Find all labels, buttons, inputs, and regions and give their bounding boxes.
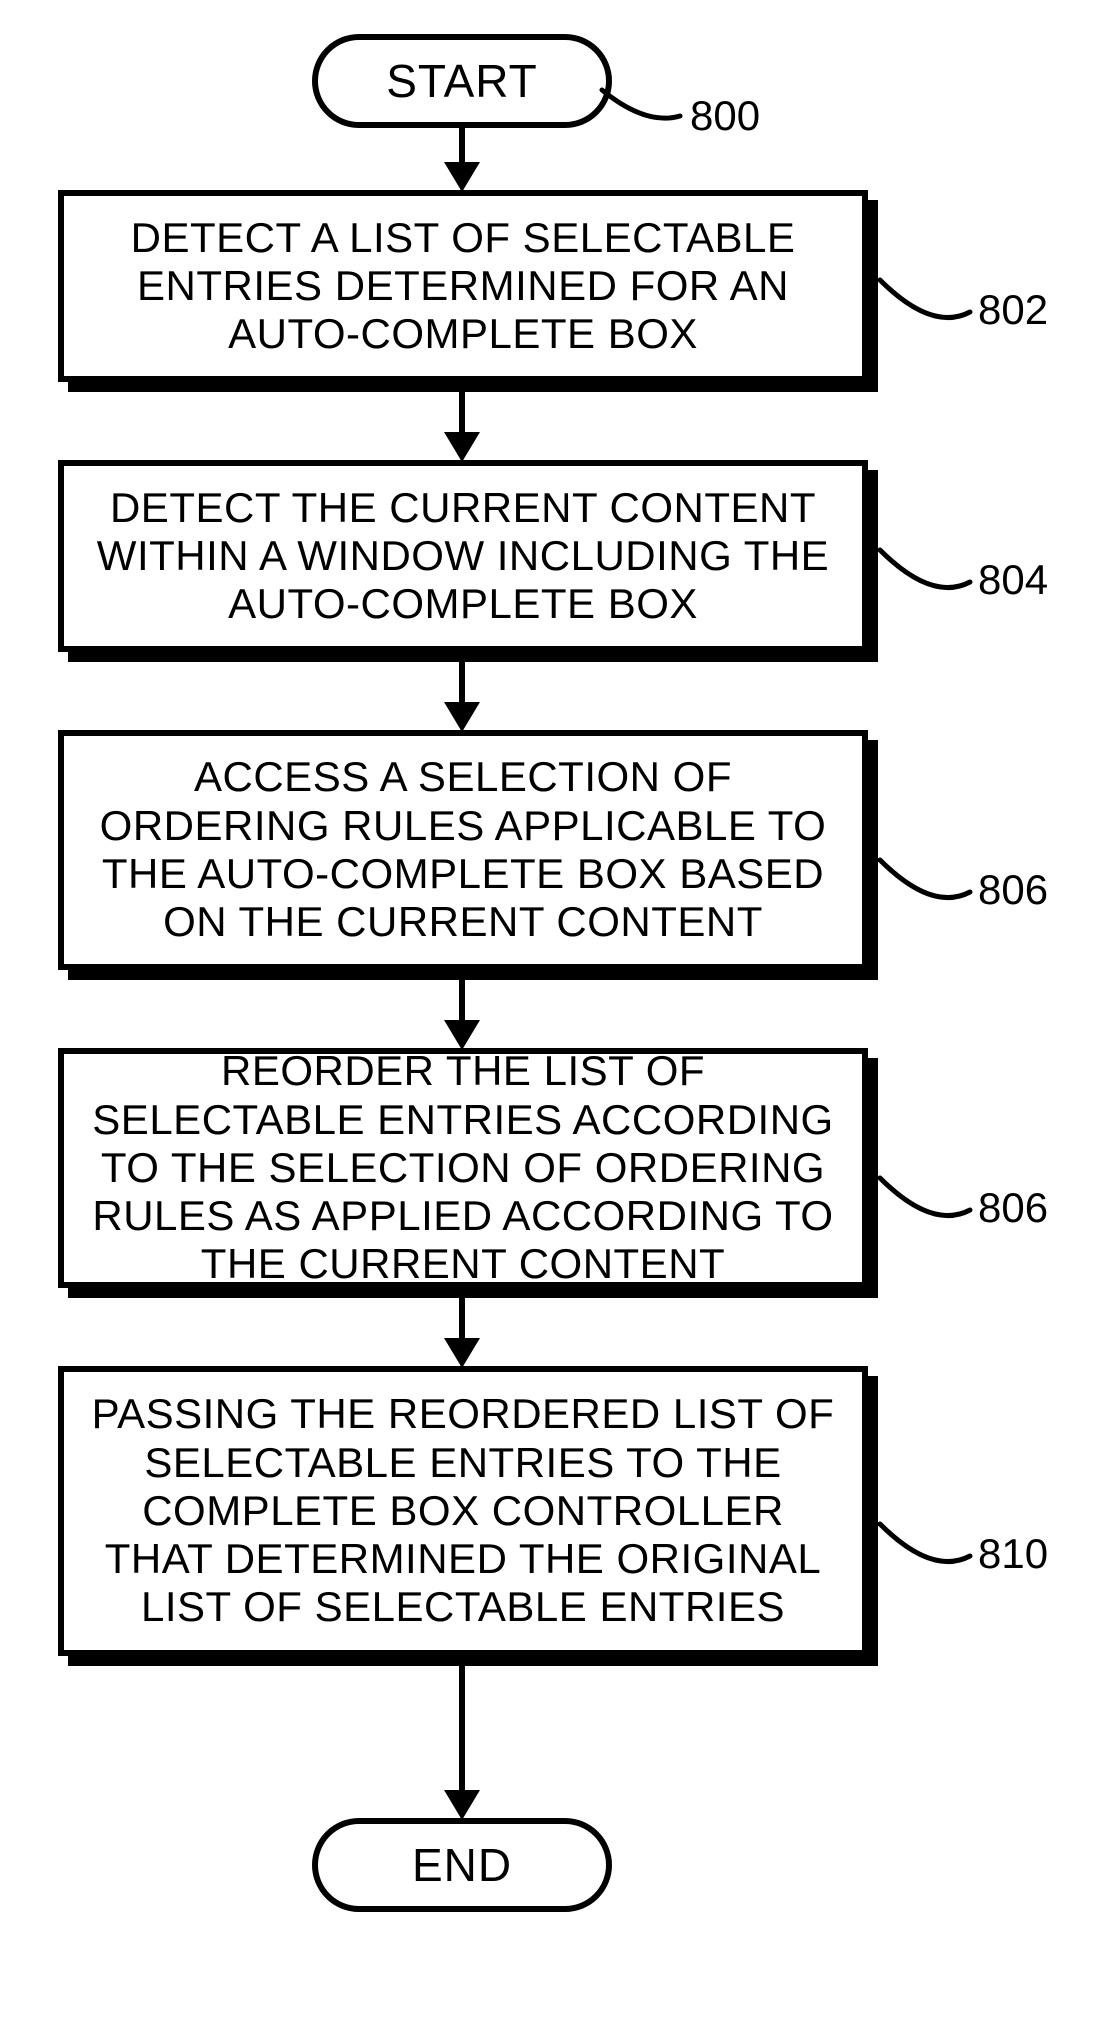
arrow-s5-end <box>459 1664 465 1794</box>
arrowhead-s5-end <box>444 1790 480 1820</box>
leader-810 <box>876 1520 976 1590</box>
process-s2-label: DETECT THE CURRENT CONTENT WITHIN A WIND… <box>84 484 842 629</box>
ref-806b: 806 <box>978 1184 1048 1232</box>
ref-802: 802 <box>978 286 1048 334</box>
arrow-s2-s3 <box>459 660 465 706</box>
arrow-s4-s5 <box>459 1296 465 1342</box>
arrowhead-s1-s2 <box>444 432 480 462</box>
arrowhead-s3-s4 <box>444 1020 480 1050</box>
leader-804 <box>876 546 976 616</box>
process-s3: ACCESS A SELECTION OF ORDERING RULES APP… <box>58 730 868 970</box>
arrowhead-s4-s5 <box>444 1338 480 1368</box>
arrow-s1-s2 <box>459 390 465 436</box>
process-s2: DETECT THE CURRENT CONTENT WITHIN A WIND… <box>58 460 868 652</box>
leader-806b <box>876 1174 976 1244</box>
terminator-end-label: END <box>412 1838 512 1892</box>
terminator-start: START <box>312 34 612 128</box>
ref-806a: 806 <box>978 866 1048 914</box>
process-s1-label: DETECT A LIST OF SELECTABLE ENTRIES DETE… <box>84 214 842 359</box>
ref-800: 800 <box>690 92 760 140</box>
arrowhead-start-s1 <box>444 162 480 192</box>
arrow-start-s1 <box>459 128 465 166</box>
process-s5-label: PASSING THE REORDERED LIST OF SELECTABLE… <box>84 1390 842 1631</box>
terminator-start-label: START <box>386 54 538 108</box>
leader-806a <box>876 856 976 926</box>
terminator-end: END <box>312 1818 612 1912</box>
arrow-s3-s4 <box>459 978 465 1024</box>
process-s1: DETECT A LIST OF SELECTABLE ENTRIES DETE… <box>58 190 868 382</box>
process-s4: REORDER THE LIST OF SELECTABLE ENTRIES A… <box>58 1048 868 1288</box>
leader-800 <box>596 86 686 146</box>
arrowhead-s2-s3 <box>444 702 480 732</box>
process-s4-label: REORDER THE LIST OF SELECTABLE ENTRIES A… <box>84 1047 842 1288</box>
process-s3-label: ACCESS A SELECTION OF ORDERING RULES APP… <box>84 753 842 946</box>
leader-802 <box>876 276 976 346</box>
ref-810: 810 <box>978 1530 1048 1578</box>
ref-804: 804 <box>978 556 1048 604</box>
process-s5: PASSING THE REORDERED LIST OF SELECTABLE… <box>58 1366 868 1656</box>
flowchart-canvas: START 800 DETECT A LIST OF SELECTABLE EN… <box>0 0 1103 2043</box>
